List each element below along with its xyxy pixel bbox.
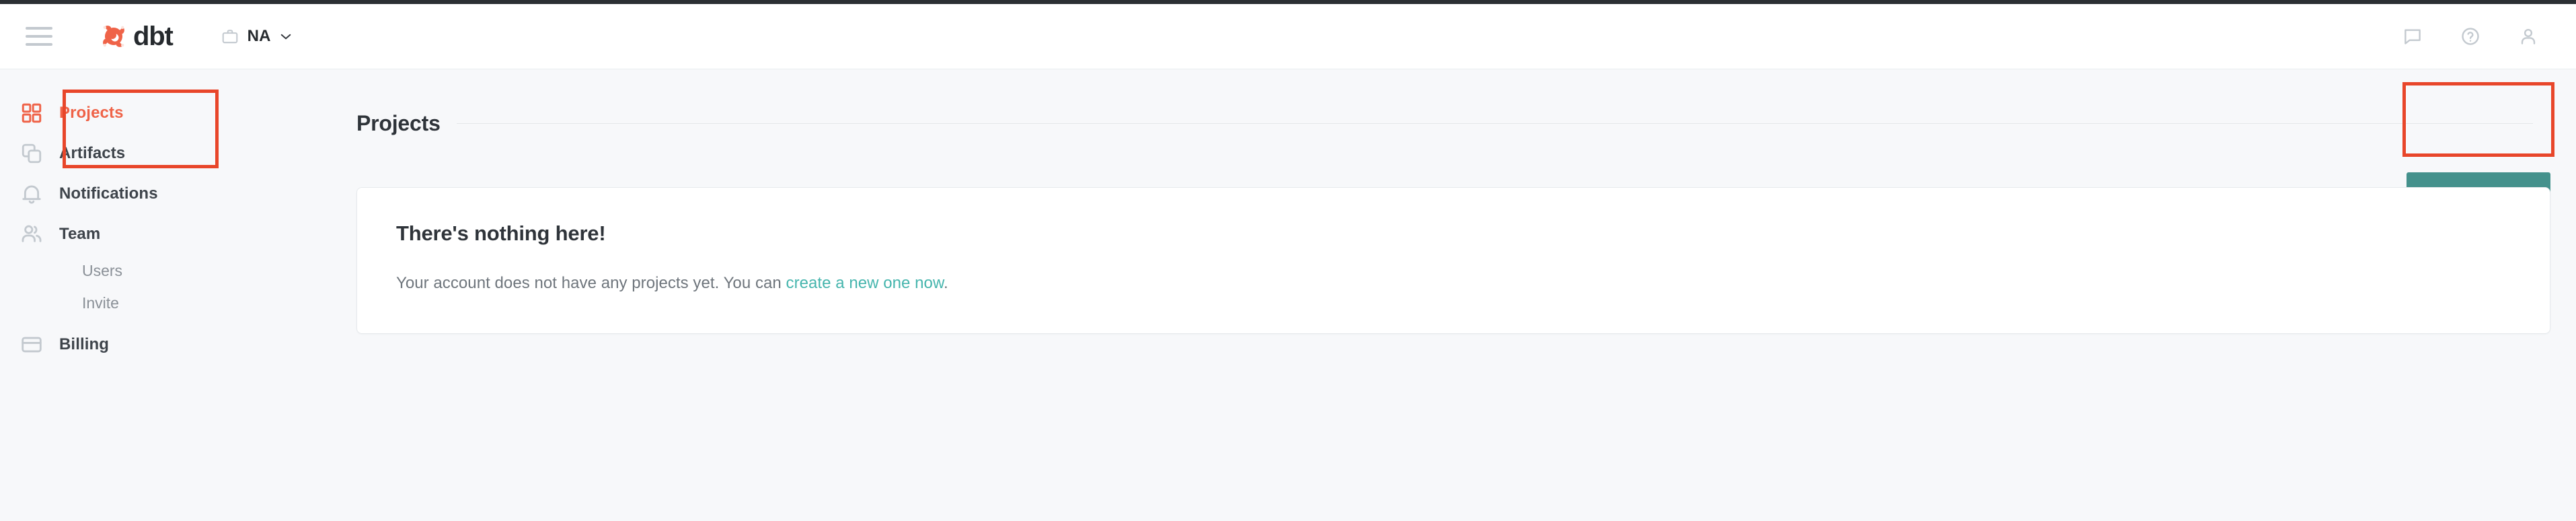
copy-icon (20, 142, 43, 165)
page-title: Projects (356, 110, 441, 135)
sidebar-item-label: Team (59, 225, 101, 243)
sidebar-item-label: Projects (59, 104, 124, 122)
help-icon[interactable] (2460, 26, 2480, 46)
empty-state-text-before: Your account does not have any projects … (396, 274, 786, 292)
hamburger-bar (26, 35, 52, 38)
app-header: dbt NA (0, 4, 2576, 69)
people-icon (20, 223, 43, 246)
brand-name: dbt (133, 22, 174, 51)
brand-logo-link[interactable]: dbt (98, 21, 174, 52)
empty-state-text-after: . (944, 274, 948, 292)
main-content: Projects New Project There's nothing her… (356, 70, 2576, 521)
account-icon[interactable] (2518, 26, 2538, 46)
sidebar-item-team[interactable]: Team (0, 214, 356, 254)
sidebar-subitem-invite[interactable]: Invite (0, 287, 356, 319)
org-name: NA (247, 27, 271, 45)
hamburger-bar (26, 43, 52, 46)
sidebar-item-label: Billing (59, 335, 110, 353)
sidebar-item-label: Artifacts (59, 144, 126, 162)
sidebar-item-projects[interactable]: Projects (0, 93, 356, 133)
hamburger-bar (26, 27, 52, 30)
chat-icon[interactable] (2402, 26, 2423, 46)
org-switcher[interactable]: NA (221, 27, 292, 46)
sidebar-item-label: Notifications (59, 184, 158, 203)
empty-state-title: There's nothing here! (396, 221, 606, 245)
dbt-logo-icon (98, 21, 129, 52)
sidebar-subitem-label: Invite (82, 293, 119, 312)
header-divider (456, 123, 2533, 124)
empty-state-card: There's nothing here! Your account does … (356, 187, 2550, 334)
briefcase-icon (221, 28, 239, 45)
chevron-down-icon[interactable] (280, 33, 292, 40)
sidebar-subitem-label: Users (82, 261, 123, 279)
create-project-link[interactable]: create a new one now (786, 274, 944, 292)
credit-card-icon (20, 333, 43, 356)
sidebar-item-billing[interactable]: Billing (0, 324, 356, 365)
page-header: Projects (356, 102, 2550, 144)
sidebar: Projects Artifacts Notifications Team Us… (0, 70, 356, 521)
sidebar-item-notifications[interactable]: Notifications (0, 174, 356, 214)
empty-state-body: Your account does not have any projects … (396, 274, 2511, 293)
sidebar-subitem-users[interactable]: Users (0, 254, 356, 287)
header-actions (2402, 26, 2538, 46)
sidebar-item-artifacts[interactable]: Artifacts (0, 133, 356, 174)
grid-icon (20, 102, 43, 125)
hamburger-icon[interactable] (26, 26, 52, 46)
bell-icon (20, 182, 43, 205)
